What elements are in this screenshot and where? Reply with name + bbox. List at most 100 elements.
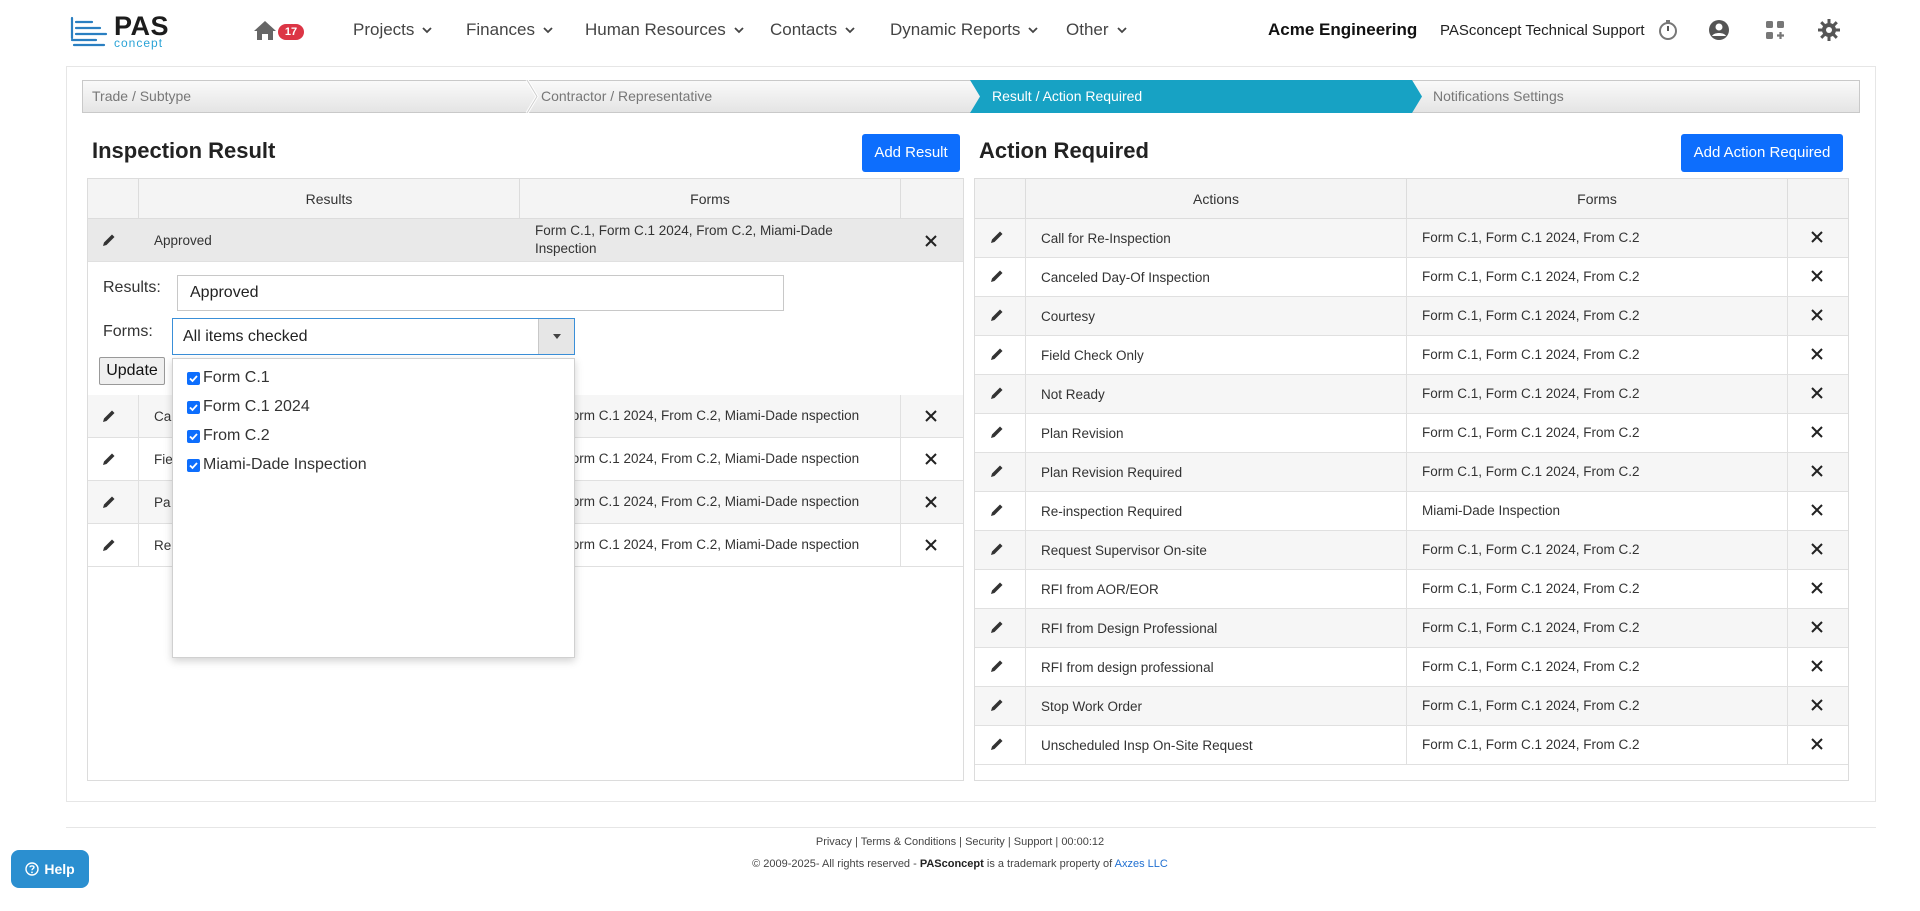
close-icon[interactable] [1810, 269, 1824, 283]
checkbox-checked-icon[interactable] [187, 371, 200, 385]
close-icon[interactable] [1810, 581, 1824, 595]
checkbox-checked-icon[interactable] [187, 429, 200, 443]
pencil-icon[interactable] [989, 502, 1005, 518]
pencil-icon[interactable] [989, 268, 1005, 284]
header-actions[interactable]: Actions [1026, 179, 1407, 219]
table-row[interactable]: Not Ready Form C.1, Form C.1 2024, From C… [975, 375, 1848, 414]
table-row[interactable]: Approved Form C.1, Form C.1 2024, From C… [88, 219, 963, 262]
footer-link-support[interactable]: Support [1014, 836, 1053, 848]
help-button[interactable]: Help [11, 850, 89, 888]
table-row[interactable]: RFI from AOR/EOR Form C.1, Form C.1 2024,… [975, 570, 1848, 609]
dropdown-option[interactable]: Form C.1 [187, 369, 270, 387]
table-row[interactable]: Re-inspection Required Miami-Dade Inspect… [975, 492, 1848, 531]
close-icon[interactable] [924, 452, 938, 466]
table-row[interactable]: RFI from Design Professional Form C.1, Fo… [975, 609, 1848, 648]
dropdown-toggle[interactable] [538, 319, 574, 354]
close-icon[interactable] [1810, 542, 1824, 556]
company-name[interactable]: Acme Engineering [1268, 20, 1417, 40]
add-result-button[interactable]: Add Result [862, 134, 960, 172]
footer-link-security[interactable]: Security [965, 836, 1005, 848]
pencil-icon[interactable] [989, 307, 1005, 323]
close-icon[interactable] [1810, 698, 1824, 712]
pencil-icon[interactable] [101, 232, 117, 248]
menu-dynamic-reports[interactable]: Dynamic Reports [890, 20, 1039, 40]
dropdown-option[interactable]: Form C.1 2024 [187, 398, 310, 416]
table-row[interactable]: Plan Revision Form C.1, Form C.1 2024, Fr… [975, 414, 1848, 453]
wizard-step-trade-subtype[interactable]: Trade / Subtype [82, 80, 527, 113]
close-icon[interactable] [1810, 386, 1824, 400]
app-root: PAS concept 17 Projects Finances Human R… [0, 0, 1920, 911]
pencil-icon[interactable] [101, 408, 117, 424]
checkbox-checked-icon[interactable] [187, 400, 200, 414]
timer-icon[interactable] [1656, 18, 1680, 42]
user-icon[interactable] [1707, 18, 1731, 42]
menu-contacts[interactable]: Contacts [770, 20, 855, 40]
add-action-required-button[interactable]: Add Action Required [1681, 134, 1843, 172]
pencil-icon[interactable] [989, 229, 1005, 245]
table-row[interactable]: Field Check Only Form C.1, Form C.1 2024,… [975, 336, 1848, 375]
pencil-icon[interactable] [989, 424, 1005, 440]
close-icon[interactable] [924, 538, 938, 552]
gear-icon[interactable] [1817, 18, 1841, 42]
close-icon[interactable] [924, 234, 938, 248]
pencil-icon[interactable] [989, 463, 1005, 479]
close-icon[interactable] [1810, 464, 1824, 478]
header-forms[interactable]: Forms [520, 179, 901, 219]
close-icon[interactable] [1810, 230, 1824, 244]
user-name[interactable]: PASconcept Technical Support [1440, 22, 1645, 39]
close-icon[interactable] [1810, 659, 1824, 673]
menu-projects[interactable]: Projects [353, 20, 433, 40]
footer-link-privacy[interactable]: Privacy [816, 836, 852, 848]
pencil-icon[interactable] [989, 697, 1005, 713]
results-input[interactable]: Approved [177, 275, 784, 311]
header-forms[interactable]: Forms [1407, 179, 1788, 219]
table-row[interactable]: Stop Work Order Form C.1, Form C.1 2024, … [975, 687, 1848, 726]
pencil-icon[interactable] [101, 537, 117, 553]
wizard-step-contractor-representative[interactable]: Contractor / Representative [531, 80, 971, 113]
table-row[interactable]: RFI from design professional Form C.1, Fo… [975, 648, 1848, 687]
pencil-icon[interactable] [989, 619, 1005, 635]
pencil-icon[interactable] [989, 541, 1005, 557]
menu-finances[interactable]: Finances [466, 20, 553, 40]
pencil-icon[interactable] [989, 346, 1005, 362]
close-icon[interactable] [1810, 347, 1824, 361]
close-icon[interactable] [1810, 425, 1824, 439]
owner-link[interactable]: Axzes LLC [1115, 858, 1168, 870]
home-icon[interactable] [252, 19, 278, 41]
dropdown-option[interactable]: From C.2 [187, 427, 270, 445]
table-row[interactable]: Courtesy Form C.1, Form C.1 2024, From C.… [975, 297, 1848, 336]
pencil-icon[interactable] [101, 451, 117, 467]
table-row[interactable]: Call for Re-Inspection Form C.1, Form C.1… [975, 219, 1848, 258]
table-row[interactable]: Request Supervisor On-site Form C.1, Form… [975, 531, 1848, 570]
forms-multiselect[interactable]: All items checked [172, 318, 575, 355]
pencil-icon[interactable] [989, 658, 1005, 674]
menu-human-resources[interactable]: Human Resources [585, 20, 744, 40]
close-icon[interactable] [1810, 503, 1824, 517]
dropdown-option[interactable]: Miami-Dade Inspection [187, 456, 367, 474]
wizard-step-result-action-required[interactable]: Result / Action Required [978, 80, 1418, 113]
header-results[interactable]: Results [139, 179, 520, 219]
table-row[interactable]: Plan Revision Required Form C.1, Form C.1… [975, 453, 1848, 492]
close-icon[interactable] [1810, 737, 1824, 751]
table-row[interactable]: Canceled Day-Of Inspection Form C.1, Form… [975, 258, 1848, 297]
chevron-down-icon [422, 27, 433, 34]
menu-other[interactable]: Other [1066, 20, 1127, 40]
wizard-step-notifications-settings[interactable]: Notifications Settings [1419, 80, 1859, 113]
footer-links: Privacy | Terms & Conditions | Security … [815, 836, 1105, 848]
header-edit-column [975, 179, 1026, 219]
footer-link-terms[interactable]: Terms & Conditions [861, 836, 956, 848]
checkbox-checked-icon[interactable] [187, 458, 200, 472]
close-icon[interactable] [924, 409, 938, 423]
logo[interactable]: PAS concept [70, 11, 180, 50]
pencil-icon[interactable] [989, 736, 1005, 752]
apps-add-icon[interactable] [1763, 18, 1787, 42]
update-button[interactable]: Update [99, 357, 165, 385]
close-icon[interactable] [1810, 308, 1824, 322]
pencil-icon[interactable] [101, 494, 117, 510]
pencil-icon[interactable] [989, 580, 1005, 596]
pencil-icon[interactable] [989, 385, 1005, 401]
close-icon[interactable] [1810, 620, 1824, 634]
forms-cell: Form C.1, Form C.1 2024, From C.2 [1407, 687, 1788, 725]
table-row[interactable]: Unscheduled Insp On-Site Request Form C.1… [975, 726, 1848, 765]
close-icon[interactable] [924, 495, 938, 509]
